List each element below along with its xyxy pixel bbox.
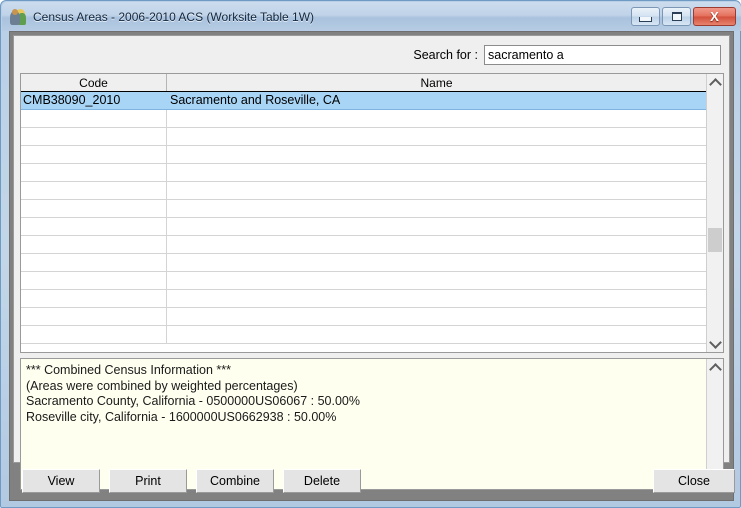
chevron-up-icon	[708, 362, 722, 376]
info-scroll-up-button[interactable]	[707, 359, 723, 376]
table-row[interactable]	[21, 272, 706, 290]
list-rows: CMB38090_2010 Sacramento and Roseville, C…	[21, 92, 706, 344]
window-controls: X	[631, 7, 736, 26]
print-button[interactable]: Print	[109, 469, 187, 493]
table-row[interactable]	[21, 254, 706, 272]
application-window: Census Areas - 2006-2010 ACS (Worksite T…	[0, 0, 741, 508]
table-row[interactable]	[21, 182, 706, 200]
cell-name	[167, 164, 706, 181]
cell-code	[21, 128, 167, 145]
close-icon: X	[710, 9, 719, 24]
cell-name	[167, 218, 706, 235]
table-row[interactable]	[21, 200, 706, 218]
cell-name	[167, 290, 706, 307]
delete-button[interactable]: Delete	[283, 469, 361, 493]
title-bar[interactable]: Census Areas - 2006-2010 ACS (Worksite T…	[2, 2, 741, 31]
table-row[interactable]	[21, 110, 706, 128]
table-row[interactable]	[21, 128, 706, 146]
search-row: Search for :	[14, 43, 729, 67]
cell-name	[167, 326, 706, 343]
cell-code: CMB38090_2010	[21, 92, 167, 109]
window-title: Census Areas - 2006-2010 ACS (Worksite T…	[33, 9, 315, 24]
combine-button[interactable]: Combine	[196, 469, 274, 493]
content-panel: Search for : Code Name CMB38090_2010Sacr…	[13, 35, 730, 490]
table-row[interactable]	[21, 290, 706, 308]
chevron-up-icon	[708, 77, 722, 91]
census-areas-list: Code Name CMB38090_2010 Sacramento and Ro…	[20, 73, 724, 353]
cell-name	[167, 272, 706, 289]
table-row[interactable]	[21, 326, 706, 344]
cell-name	[167, 254, 706, 271]
cell-code	[21, 110, 167, 127]
cell-code	[21, 164, 167, 181]
minimize-button[interactable]	[631, 7, 660, 26]
cell-code	[21, 146, 167, 163]
list-vertical-scrollbar[interactable]	[706, 74, 723, 352]
column-header-code[interactable]: Code	[21, 74, 167, 91]
cell-code	[21, 200, 167, 217]
button-bar: View Print Combine Delete Close	[13, 466, 735, 499]
cell-name	[167, 110, 706, 127]
list-body: Code Name CMB38090_2010 Sacramento and Ro…	[21, 74, 706, 352]
chevron-down-icon	[708, 335, 722, 349]
cell-code	[21, 308, 167, 325]
close-button[interactable]: Close	[653, 469, 735, 493]
scroll-down-button[interactable]	[707, 335, 723, 352]
view-button[interactable]: View	[22, 469, 100, 493]
scroll-up-button[interactable]	[707, 74, 723, 91]
cell-name	[167, 200, 706, 217]
cell-name	[167, 128, 706, 145]
close-window-button[interactable]: X	[693, 7, 736, 26]
table-row[interactable]	[21, 164, 706, 182]
search-input[interactable]	[484, 45, 721, 65]
cell-name	[167, 236, 706, 253]
cell-code	[21, 272, 167, 289]
scrollbar-thumb[interactable]	[708, 228, 722, 252]
cell-name	[167, 182, 706, 199]
cell-code	[21, 290, 167, 307]
list-header: Code Name	[21, 74, 706, 92]
restore-button[interactable]	[662, 7, 691, 26]
restore-icon	[671, 12, 682, 21]
table-row[interactable]: CMB38090_2010 Sacramento and Roseville, C…	[21, 92, 706, 110]
cell-code	[21, 182, 167, 199]
search-label: Search for :	[413, 48, 478, 62]
cell-name	[167, 308, 706, 325]
cell-code	[21, 254, 167, 271]
cell-code	[21, 218, 167, 235]
cell-name	[167, 146, 706, 163]
table-row[interactable]	[21, 308, 706, 326]
people-group-icon	[9, 8, 27, 26]
client-area: Search for : Code Name CMB38090_2010Sacr…	[9, 31, 735, 501]
column-header-name[interactable]: Name	[167, 74, 706, 91]
table-row[interactable]	[21, 236, 706, 254]
cell-code	[21, 236, 167, 253]
table-row[interactable]	[21, 218, 706, 236]
cell-name: Sacramento and Roseville, CA	[170, 93, 341, 107]
table-row[interactable]	[21, 146, 706, 164]
cell-code	[21, 326, 167, 343]
minimize-icon	[639, 16, 652, 22]
